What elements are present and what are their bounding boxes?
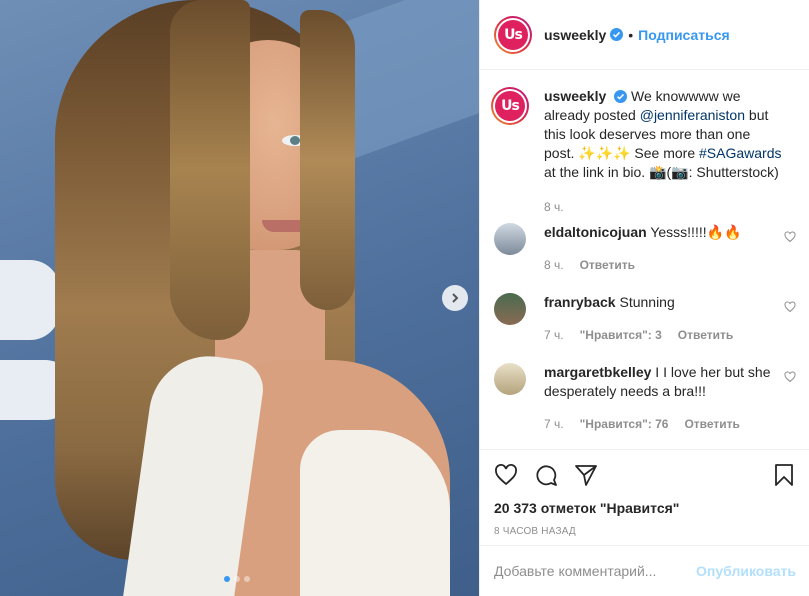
reply-button[interactable]: Ответить	[678, 326, 733, 345]
comment-time[interactable]: 8 ч.	[544, 256, 564, 275]
comment-time[interactable]: 7 ч.	[544, 415, 564, 434]
share-paper-plane-icon[interactable]	[574, 463, 598, 487]
avatar[interactable]	[494, 223, 526, 255]
header-separator: •	[628, 26, 634, 43]
caption-time[interactable]: 8 ч.	[544, 198, 564, 217]
reply-button[interactable]: Ответить	[684, 415, 739, 434]
instagram-post: Us usweekly • Подписаться Us usweekly We…	[0, 0, 809, 596]
likes-count[interactable]: 20 373 отметок "Нравится"	[494, 500, 796, 516]
comment-username[interactable]: franryback	[544, 294, 616, 310]
comment: franryback Stunning 7 ч. "Нравится": 3 Отв…	[494, 293, 796, 363]
reply-button[interactable]: Ответить	[580, 256, 635, 275]
comments-list: Us usweekly We knowwww we already posted…	[480, 71, 809, 449]
avatar[interactable]: Us	[494, 15, 532, 54]
comment-username[interactable]: eldaltonicojuan	[544, 224, 647, 240]
header-username[interactable]: usweekly	[544, 27, 606, 43]
carousel-dot	[244, 576, 250, 582]
post-time[interactable]: 8 ЧАСОВ НАЗАД	[494, 526, 796, 537]
follow-button[interactable]: Подписаться	[638, 27, 730, 43]
verified-icon	[610, 28, 624, 41]
mention-link[interactable]: @jenniferaniston	[640, 107, 745, 123]
comment-text: Yesss!!!!!🔥🔥	[650, 224, 742, 240]
avatar[interactable]: Us	[491, 87, 529, 125]
comment-likes[interactable]: "Нравится": 76	[580, 415, 669, 434]
caption-username[interactable]: usweekly	[544, 88, 606, 104]
like-comment-heart-icon[interactable]	[784, 371, 796, 383]
like-comment-heart-icon[interactable]	[784, 301, 796, 313]
hashtag-link[interactable]: #SAGawards	[699, 145, 781, 161]
verified-icon	[614, 90, 628, 103]
carousel-next-button[interactable]	[442, 285, 468, 311]
avatar-logo: Us	[498, 19, 528, 50]
bookmark-save-icon[interactable]	[772, 463, 796, 487]
caption: Us usweekly We knowwww we already posted…	[491, 87, 796, 223]
carousel-dot	[234, 576, 240, 582]
caption-text: at the link in bio. 📸(📷: Shutterstock)	[544, 164, 779, 180]
post-sidebar: Us usweekly • Подписаться Us usweekly We…	[479, 0, 809, 596]
comment-likes[interactable]: "Нравится": 3	[580, 326, 662, 345]
chevron-right-icon	[452, 293, 459, 303]
post-actions: 20 373 отметок "Нравится" 8 ЧАСОВ НАЗАД	[480, 449, 809, 537]
comment: margaretbkelley I I love her but she des…	[494, 363, 796, 443]
comment-bubble-icon[interactable]	[534, 463, 558, 487]
avatar-logo: Us	[495, 91, 525, 121]
avatar[interactable]	[494, 363, 526, 395]
carousel-dots	[224, 576, 250, 582]
post-comment-button[interactable]: Опубликовать	[696, 563, 796, 579]
comment-time[interactable]: 7 ч.	[544, 326, 564, 345]
comment-text: Stunning	[619, 294, 675, 310]
post-header: Us usweekly • Подписаться	[480, 0, 809, 70]
like-heart-icon[interactable]	[494, 463, 518, 487]
add-comment-bar: Опубликовать	[480, 545, 809, 596]
comment: eldaltonicojuan Yesss!!!!!🔥🔥 8 ч. Ответит…	[494, 223, 796, 293]
like-comment-heart-icon[interactable]	[784, 231, 796, 243]
carousel-dot	[224, 576, 230, 582]
comment-input[interactable]	[494, 563, 697, 579]
avatar[interactable]	[494, 293, 526, 325]
comment-username[interactable]: margaretbkelley	[544, 364, 651, 380]
post-photo[interactable]	[0, 0, 479, 596]
